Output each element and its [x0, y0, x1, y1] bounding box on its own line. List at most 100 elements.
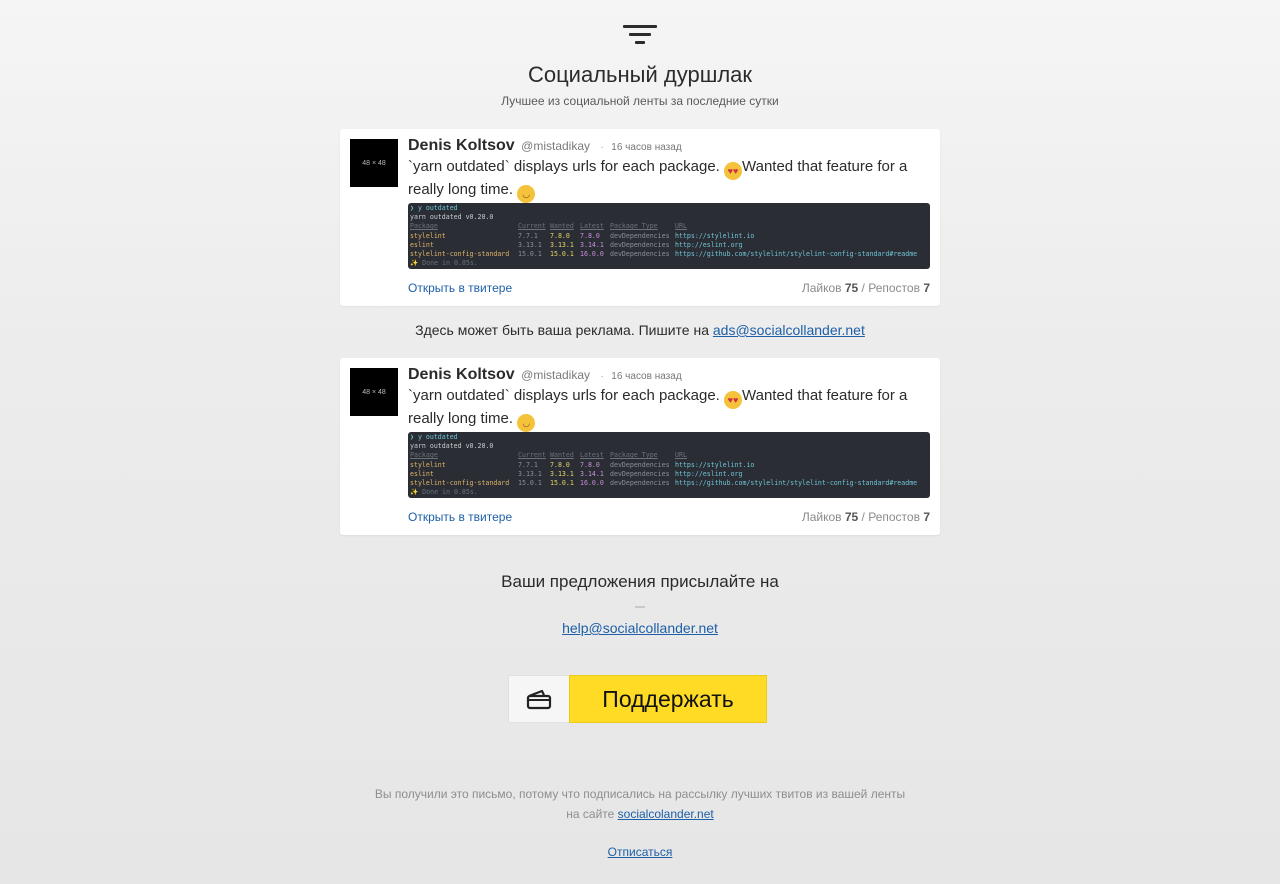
- tweet-stats: Лайков 75 / Репостов 7: [802, 510, 930, 524]
- tweet-stats: Лайков 75 / Репостов 7: [802, 281, 930, 295]
- terminal-text: https://stylelint.io: [675, 231, 755, 240]
- terminal-text: yarn outdated v0.20.0: [410, 213, 494, 222]
- terminal-text: yarn outdated v0.20.0: [410, 442, 494, 451]
- relieved-emoji-icon: ◡: [517, 185, 536, 203]
- terminal-text: 7.8.0: [550, 231, 570, 240]
- reposts-count: 7: [923, 281, 930, 295]
- terminal-text: Current: [518, 451, 546, 460]
- reposts-label: Репостов: [868, 281, 920, 295]
- help-email: help@socialcollander.net: [0, 620, 1280, 636]
- unsubscribe: Отписаться: [0, 845, 1280, 859]
- terminal-row: eslint 3.13.1 3.13.1 3.14.1 devDependencies h…: [410, 241, 928, 250]
- page-subtitle: Лучшее из социальной ленты за последние …: [501, 94, 779, 108]
- tweet-image[interactable]: ❯ y outdated yarn outdated v0.20.0 Package…: [408, 203, 930, 269]
- terminal-version: yarn outdated v0.20.0: [410, 442, 928, 451]
- avatar: 48 × 48: [350, 139, 398, 187]
- avatar: 48 × 48: [350, 368, 398, 416]
- author-name: Denis Koltsov: [408, 137, 515, 154]
- terminal-text: 16.0.0: [580, 478, 604, 487]
- terminal-text: devDependencies: [610, 231, 670, 240]
- terminal-prompt: ❯ y outdated: [410, 433, 928, 442]
- footer-site-link[interactable]: socialcolander.net: [618, 807, 714, 821]
- reposts-count: 7: [923, 510, 930, 524]
- likes-label: Лайков: [801, 281, 842, 295]
- ad-email-link[interactable]: ads@socialcollander.net: [713, 322, 865, 338]
- terminal-text: Package Type: [610, 451, 658, 460]
- tweet-time: 16 часов назад: [611, 142, 682, 153]
- terminal-text: 3.14.1: [580, 469, 604, 478]
- donate-label: Поддержать: [569, 675, 767, 723]
- unsubscribe-link[interactable]: Отписаться: [608, 845, 673, 859]
- author-handle: @mistadikay: [521, 368, 591, 382]
- tweet-card: 48 × 48 Denis Koltsov @mistadikay · 16 ч…: [340, 358, 940, 535]
- terminal-text: Latest: [580, 451, 604, 460]
- tweet-text-part1: `yarn outdated` displays urls for each p…: [408, 158, 720, 175]
- terminal-text: ❯ y outdated: [410, 204, 458, 212]
- terminal-row: stylelint-config-standard 15.0.1 15.0.1 16.…: [410, 479, 928, 488]
- likes-count: 75: [844, 510, 859, 524]
- wallet-icon: [508, 675, 569, 723]
- stats-separator: /: [861, 281, 865, 295]
- terminal-text: stylelint: [410, 231, 446, 240]
- terminal-text: Package: [410, 451, 438, 460]
- open-in-twitter-link[interactable]: Открыть в твитере: [408, 510, 512, 524]
- terminal-text: eslint: [410, 469, 434, 478]
- terminal-text: Latest: [580, 222, 604, 231]
- terminal-text: Package: [410, 222, 438, 231]
- page-title: Социальный дуршлак: [527, 62, 753, 87]
- terminal-version: yarn outdated v0.20.0: [410, 213, 928, 222]
- terminal-text: 15.0.1: [518, 478, 542, 487]
- tweet-text: `yarn outdated` displays urls for each p…: [408, 157, 928, 203]
- terminal-text: Wanted: [550, 222, 574, 231]
- author-handle: @mistadikay: [521, 139, 591, 153]
- likes-label: Лайков: [801, 510, 842, 524]
- relieved-emoji-icon: ◡: [517, 414, 536, 432]
- reposts-label: Репостов: [868, 510, 920, 524]
- heart-eyes-emoji-icon: ♥♥: [724, 162, 743, 180]
- terminal-text: stylelint-config-standard: [410, 478, 510, 487]
- terminal-text: stylelint: [410, 460, 446, 469]
- ad-banner: Здесь может быть ваша реклама. Пишите на…: [0, 322, 1280, 338]
- terminal-row: stylelint 7.7.1 7.8.0 7.8.0 devDependencies h…: [410, 461, 928, 470]
- donate-button[interactable]: Поддержать: [508, 675, 767, 723]
- author-name: Denis Koltsov: [408, 366, 515, 383]
- tweet-header: Denis Koltsov @mistadikay · 16 часов наз…: [408, 366, 682, 384]
- terminal-text: eslint: [410, 240, 434, 249]
- terminal-text: ✨ Done in 0.85s.: [410, 488, 478, 497]
- terminal-text: devDependencies: [610, 469, 670, 478]
- terminal-text: 7.8.0: [580, 231, 600, 240]
- tweet-text-part1: `yarn outdated` displays urls for each p…: [408, 387, 720, 404]
- separator: ·: [600, 142, 604, 153]
- terminal-text: 3.13.1: [550, 469, 574, 478]
- terminal-done: ✨ Done in 0.85s.: [410, 259, 928, 268]
- terminal-done: ✨ Done in 0.85s.: [410, 488, 928, 497]
- terminal-text: 15.0.1: [550, 249, 574, 258]
- tweet-text: `yarn outdated` displays urls for each p…: [408, 386, 928, 432]
- divider: [635, 606, 645, 608]
- terminal-text: 7.8.0: [550, 460, 570, 469]
- footer-text: Вы получили это письмо, потому что подпи…: [370, 784, 910, 824]
- terminal-text: 3.13.1: [518, 469, 542, 478]
- separator: ·: [600, 371, 604, 382]
- terminal-row: stylelint-config-standard 15.0.1 15.0.1 16.…: [410, 250, 928, 259]
- tweet-image[interactable]: ❯ y outdated yarn outdated v0.20.0 Package…: [408, 432, 930, 498]
- terminal-text: https://stylelint.io: [675, 460, 755, 469]
- terminal-text: Current: [518, 222, 546, 231]
- terminal-row: eslint 3.13.1 3.13.1 3.14.1 devDependencies h…: [410, 470, 928, 479]
- terminal-prompt: ❯ y outdated: [410, 204, 928, 213]
- terminal-text: URL: [675, 222, 687, 231]
- help-email-link[interactable]: help@socialcollander.net: [562, 620, 718, 636]
- tweet-time: 16 часов назад: [611, 371, 682, 382]
- open-in-twitter-link[interactable]: Открыть в твитере: [408, 281, 512, 295]
- tweet-header: Denis Koltsov @mistadikay · 16 часов наз…: [408, 137, 682, 155]
- terminal-text: 15.0.1: [550, 478, 574, 487]
- terminal-header: Package Current Wanted Latest Package Type UR…: [410, 451, 928, 460]
- terminal-text: 3.13.1: [550, 240, 574, 249]
- terminal-text: 15.0.1: [518, 249, 542, 258]
- terminal-text: http://eslint.org: [675, 240, 743, 249]
- footer-note: Вы получили это письмо, потому что подпи…: [0, 784, 1280, 824]
- terminal-text: ✨ Done in 0.85s.: [410, 259, 478, 268]
- terminal-text: 3.14.1: [580, 240, 604, 249]
- terminal-text: devDependencies: [610, 478, 670, 487]
- terminal-text: https://github.com/stylelint/stylelint-c…: [675, 249, 918, 258]
